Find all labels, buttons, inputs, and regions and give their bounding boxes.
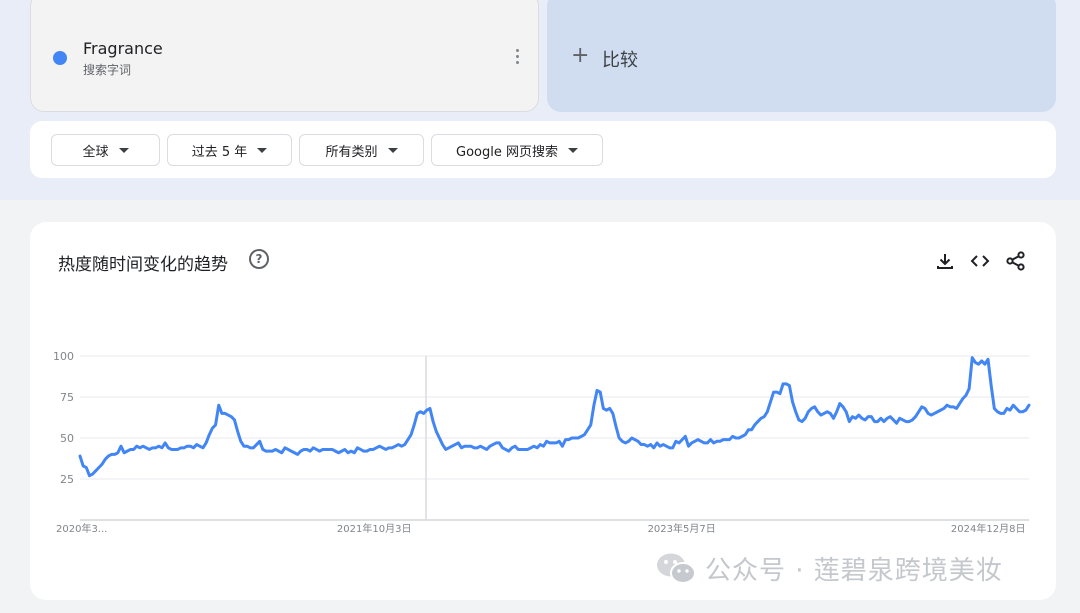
x-tick-label: 2024年12月8日 bbox=[951, 522, 1026, 535]
x-tick-label: 2021年10月3日 bbox=[337, 522, 412, 535]
y-tick-label: 25 bbox=[60, 473, 74, 486]
series-line[interactable] bbox=[78, 356, 1031, 478]
y-tick-label: 75 bbox=[60, 391, 74, 404]
wechat-icon bbox=[657, 553, 696, 584]
watermark: 公众号 · 莲碧泉跨境美妆 bbox=[655, 548, 1003, 588]
y-tick-label: 50 bbox=[60, 432, 74, 445]
x-tick-label: 2023年5月7日 bbox=[648, 522, 716, 535]
trend-line-chart[interactable]: 100 75 50 25 2020年3... 2021年10月3日 2023年5月7日 202… bbox=[0, 0, 1080, 613]
y-tick-label: 100 bbox=[53, 350, 74, 363]
watermark-text: 公众号 · 莲碧泉跨境美妆 bbox=[705, 555, 1003, 586]
x-tick-label: 2020年3... bbox=[56, 522, 107, 535]
